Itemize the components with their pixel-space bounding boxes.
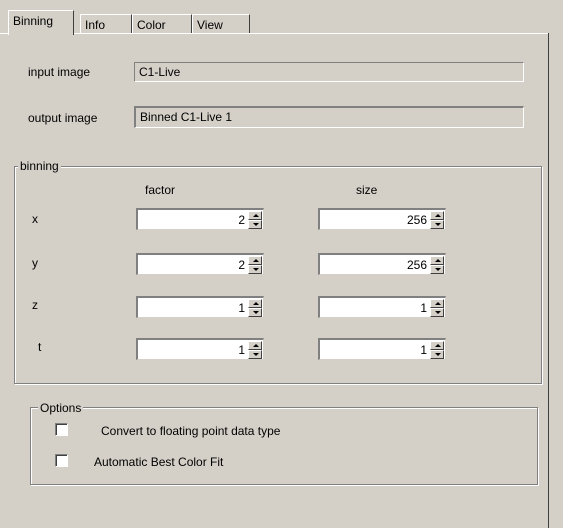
factor-z-spin-buttons <box>248 299 262 317</box>
factor-y-decrement-button[interactable] <box>248 265 262 274</box>
factor-t-spinbox[interactable]: 1 <box>136 338 264 360</box>
factor-x-increment-button[interactable] <box>248 211 262 220</box>
tab-binning-label: Binning <box>13 14 54 28</box>
options-group-title: Options <box>38 401 84 415</box>
size-column-header: size <box>356 183 378 197</box>
factor-x-spin-buttons <box>248 211 262 229</box>
arrow-down-icon <box>435 223 441 226</box>
axis-x-label: x <box>32 212 38 226</box>
arrow-up-icon <box>435 344 441 347</box>
axis-t-label: t <box>38 340 42 354</box>
size-y-increment-button[interactable] <box>430 256 444 265</box>
factor-y-value: 2 <box>238 258 245 272</box>
size-y-spinbox[interactable]: 256 <box>318 253 446 275</box>
factor-y-spinbox[interactable]: 2 <box>136 253 264 275</box>
auto-color-fit-checkbox[interactable] <box>55 454 68 467</box>
size-x-decrement-button[interactable] <box>430 220 444 229</box>
factor-t-spin-buttons <box>248 341 262 359</box>
size-t-increment-button[interactable] <box>430 341 444 350</box>
arrow-up-icon <box>253 302 259 305</box>
size-x-spinbox[interactable]: 256 <box>318 208 446 230</box>
axis-z-label: z <box>32 298 38 312</box>
arrow-down-icon <box>253 223 259 226</box>
binning-group-title: binning <box>18 159 61 173</box>
output-image-field[interactable]: Binned C1-Live 1 <box>134 106 524 128</box>
input-image-field: C1-Live <box>134 62 524 82</box>
arrow-down-icon <box>435 353 441 356</box>
arrow-up-icon <box>253 214 259 217</box>
size-t-decrement-button[interactable] <box>430 350 444 359</box>
size-t-value: 1 <box>420 343 427 357</box>
size-x-spin-buttons <box>430 211 444 229</box>
input-image-label: input image <box>28 65 91 79</box>
arrow-up-icon <box>435 302 441 305</box>
binning-groupbox <box>14 166 542 384</box>
size-z-decrement-button[interactable] <box>430 308 444 317</box>
size-y-spin-buttons <box>430 256 444 274</box>
auto-color-fit-label: Automatic Best Color Fit <box>94 455 224 469</box>
arrow-down-icon <box>253 311 259 314</box>
factor-t-value: 1 <box>238 343 245 357</box>
arrow-down-icon <box>435 268 441 271</box>
tab-color-label: Color <box>137 18 166 32</box>
input-image-value: C1-Live <box>139 65 181 79</box>
axis-y-label: y <box>32 256 38 270</box>
factor-x-value: 2 <box>238 213 245 227</box>
size-z-value: 1 <box>420 301 427 315</box>
tab-strip: Binning Info Color View <box>0 0 563 35</box>
size-x-increment-button[interactable] <box>430 211 444 220</box>
arrow-up-icon <box>435 259 441 262</box>
options-groupbox <box>30 407 538 485</box>
size-z-spin-buttons <box>430 299 444 317</box>
tab-view[interactable]: View <box>192 14 250 34</box>
arrow-down-icon <box>253 268 259 271</box>
tab-view-label: View <box>197 18 223 32</box>
size-t-spin-buttons <box>430 341 444 359</box>
output-image-label: output image <box>28 111 98 125</box>
arrow-up-icon <box>253 344 259 347</box>
factor-x-spinbox[interactable]: 2 <box>136 208 264 230</box>
size-y-value: 256 <box>406 258 427 272</box>
size-x-value: 256 <box>406 213 427 227</box>
tab-panel-top-border <box>0 33 549 34</box>
factor-t-decrement-button[interactable] <box>248 350 262 359</box>
tab-info[interactable]: Info <box>80 14 132 34</box>
size-z-increment-button[interactable] <box>430 299 444 308</box>
factor-column-header: factor <box>145 183 176 197</box>
tab-color[interactable]: Color <box>132 14 192 34</box>
factor-y-increment-button[interactable] <box>248 256 262 265</box>
convert-float-checkbox[interactable] <box>55 423 68 436</box>
factor-z-value: 1 <box>238 301 245 315</box>
tab-binning[interactable]: Binning <box>8 10 74 35</box>
size-t-spinbox[interactable]: 1 <box>318 338 446 360</box>
tab-panel-right-border <box>548 33 549 528</box>
factor-z-increment-button[interactable] <box>248 299 262 308</box>
arrow-down-icon <box>253 353 259 356</box>
size-z-spinbox[interactable]: 1 <box>318 296 446 318</box>
factor-x-decrement-button[interactable] <box>248 220 262 229</box>
arrow-down-icon <box>435 311 441 314</box>
arrow-up-icon <box>435 214 441 217</box>
output-image-value: Binned C1-Live 1 <box>140 110 233 124</box>
arrow-up-icon <box>253 259 259 262</box>
tab-info-label: Info <box>85 18 106 32</box>
convert-float-label: Convert to floating point data type <box>101 424 281 438</box>
factor-t-increment-button[interactable] <box>248 341 262 350</box>
factor-z-decrement-button[interactable] <box>248 308 262 317</box>
factor-y-spin-buttons <box>248 256 262 274</box>
size-y-decrement-button[interactable] <box>430 265 444 274</box>
factor-z-spinbox[interactable]: 1 <box>136 296 264 318</box>
